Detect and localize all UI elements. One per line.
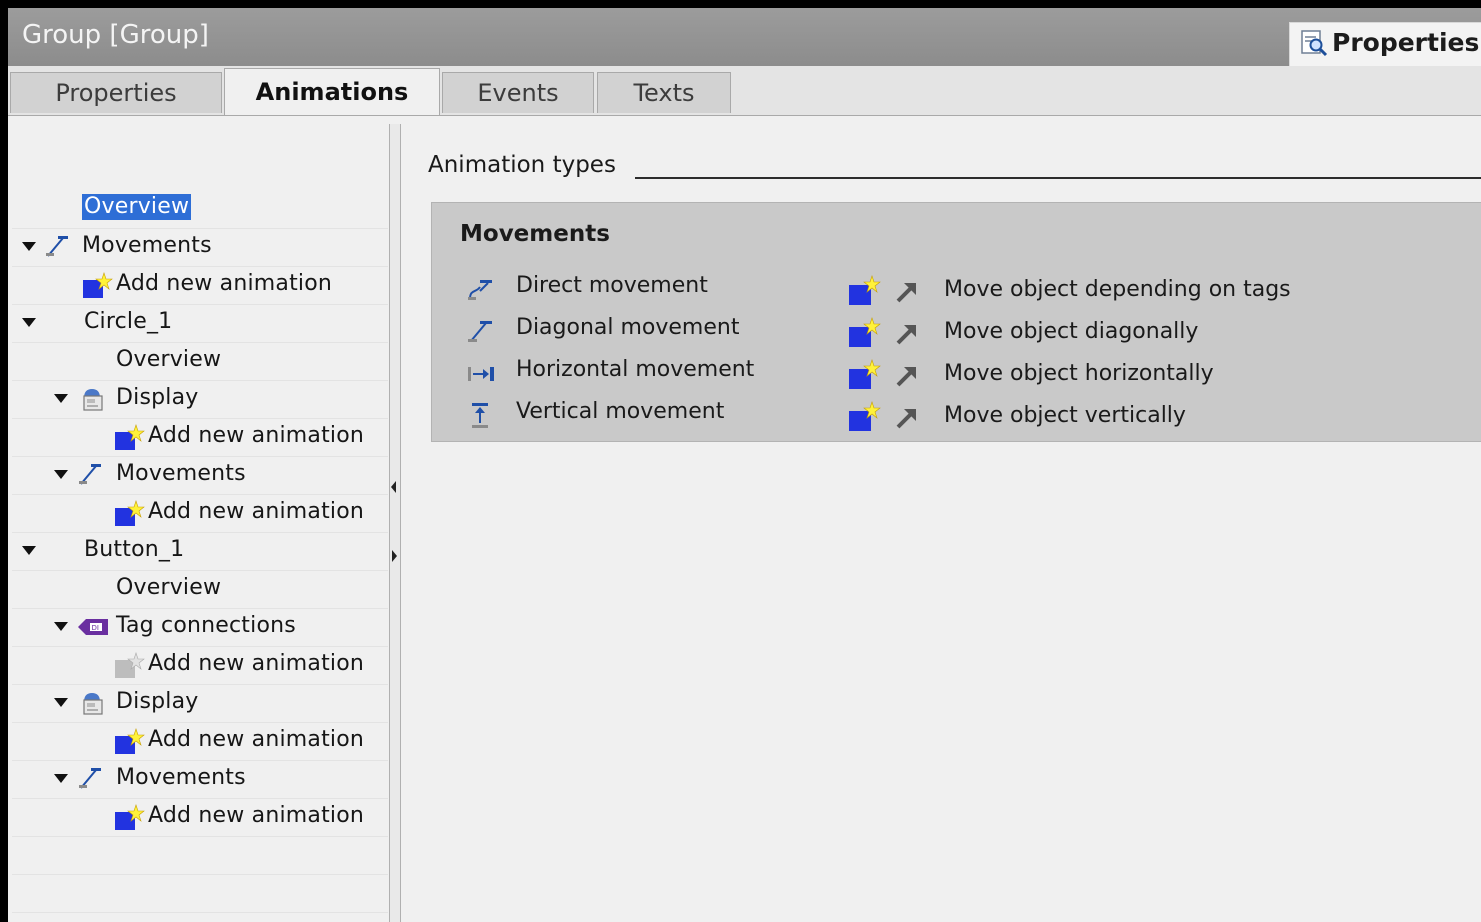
- tree-item-add-animation[interactable]: Add new animation: [12, 419, 388, 457]
- tree-item-label: Overview: [116, 347, 222, 372]
- collapse-left-icon[interactable]: [391, 481, 396, 493]
- tab-texts[interactable]: Texts: [597, 72, 731, 113]
- display-icon: [78, 386, 106, 416]
- movement-type-label: Direct movement: [516, 273, 708, 298]
- tree-item-add-animation[interactable]: Add new animation: [12, 267, 388, 305]
- tree-item-overview[interactable]: Overview: [12, 343, 388, 381]
- tree-item-add-animation[interactable]: Add new animation: [12, 647, 388, 685]
- add-animation-icon: [114, 804, 146, 836]
- movement-type-label: Horizontal movement: [516, 357, 755, 382]
- tree-item-label: Add new animation: [148, 499, 365, 524]
- window-title: Group [Group]: [22, 20, 209, 50]
- tab-animations[interactable]: Animations: [224, 68, 440, 117]
- tab-bar: Properties Animations Events Texts: [8, 66, 1481, 117]
- expand-arrow-icon[interactable]: [22, 318, 36, 327]
- action-label: Move object depending on tags: [944, 277, 1291, 302]
- diagonal-movement-icon: [45, 234, 69, 262]
- tree-item-label: Add new animation: [148, 423, 365, 448]
- tab-events[interactable]: Events: [442, 72, 594, 113]
- expand-arrow-icon[interactable]: [54, 698, 68, 707]
- tree-item-movements[interactable]: Movements: [12, 761, 388, 799]
- tree-item-overview[interactable]: Overview: [12, 191, 388, 229]
- movement-type-label: Diagonal movement: [516, 315, 740, 340]
- movements-panel: Movements Direct movement Diagonal movem…: [431, 202, 1481, 442]
- diagonal-movement-icon: [78, 462, 102, 490]
- add-animation-icon: [114, 500, 146, 532]
- action-label: Move object vertically: [944, 403, 1186, 428]
- tree-item-label: Movements: [116, 765, 246, 790]
- tree-item-overview[interactable]: Overview: [12, 571, 388, 609]
- tree-item-label: Movements: [116, 461, 246, 486]
- tree-item-add-animation[interactable]: Add new animation: [12, 495, 388, 533]
- tree-item-label: Add new animation: [116, 271, 333, 296]
- direct-movement-icon: [466, 275, 494, 307]
- go-to-arrow-icon[interactable]: [894, 279, 920, 309]
- add-animation-icon[interactable]: [848, 401, 882, 437]
- tree-item-label: Display: [116, 689, 199, 714]
- add-animation-icon[interactable]: [848, 359, 882, 395]
- diagonal-movement-icon: [466, 317, 494, 349]
- add-animation-icon[interactable]: [848, 275, 882, 311]
- action-label: Move object horizontally: [944, 361, 1214, 386]
- section-divider: [635, 177, 1481, 179]
- add-animation-icon: [114, 728, 146, 760]
- tree-item-add-animation[interactable]: Add new animation: [12, 799, 388, 837]
- expand-arrow-icon[interactable]: [54, 394, 68, 403]
- tree-item-label: Overview: [116, 575, 222, 600]
- expand-arrow-icon[interactable]: [54, 470, 68, 479]
- go-to-arrow-icon[interactable]: [894, 405, 920, 435]
- tree-item-label: Movements: [82, 233, 212, 258]
- tree-item-label: Tag connections: [116, 613, 296, 638]
- animation-types-pane: Animation types Movements Direct movemen…: [401, 116, 1481, 922]
- go-to-arrow-icon[interactable]: [894, 363, 920, 393]
- add-animation-icon[interactable]: [848, 317, 882, 353]
- tree-item-add-animation[interactable]: Add new animation: [12, 723, 388, 761]
- vertical-movement-icon: [466, 401, 494, 435]
- expand-right-icon[interactable]: [392, 550, 397, 562]
- tree-empty-row: [12, 875, 388, 913]
- tree-item-label: Button_1: [84, 537, 185, 562]
- tree-empty-row: [12, 837, 388, 875]
- expand-arrow-icon[interactable]: [54, 622, 68, 631]
- tree-item-label: Add new animation: [148, 727, 365, 752]
- go-to-arrow-icon[interactable]: [894, 321, 920, 351]
- properties-icon: [1300, 29, 1328, 61]
- add-animation-icon: [114, 424, 146, 456]
- tree-item-circle-1[interactable]: Circle_1: [12, 305, 388, 343]
- action-label: Move object diagonally: [944, 319, 1199, 344]
- properties-button[interactable]: Properties: [1289, 22, 1481, 67]
- tree-item-tag-connections[interactable]: DI Tag connections: [12, 609, 388, 647]
- title-bar: Group [Group] Properties: [8, 8, 1481, 67]
- tag-connection-icon: DI: [76, 616, 110, 642]
- tab-properties[interactable]: Properties: [10, 72, 222, 113]
- tree-item-label: Add new animation: [148, 803, 365, 828]
- panel-splitter[interactable]: [389, 124, 401, 922]
- add-animation-icon: [82, 272, 114, 304]
- panel-title: Movements: [460, 221, 610, 247]
- tree-item-label: Overview: [82, 194, 192, 220]
- section-title: Animation types: [428, 152, 616, 178]
- animation-tree: Overview Movements Add new animation Cir…: [8, 116, 389, 922]
- diagonal-movement-icon: [78, 766, 102, 794]
- display-icon: [78, 690, 106, 720]
- tree-item-movements[interactable]: Movements: [12, 229, 388, 267]
- tree-item-display[interactable]: Display: [12, 381, 388, 419]
- tree-item-movements[interactable]: Movements: [12, 457, 388, 495]
- horizontal-movement-icon: [466, 359, 496, 391]
- expand-arrow-icon[interactable]: [54, 774, 68, 783]
- add-animation-disabled-icon: [114, 652, 146, 684]
- tree-item-display[interactable]: Display: [12, 685, 388, 723]
- tree-item-label: Circle_1: [84, 309, 173, 334]
- tree-item-label: Display: [116, 385, 199, 410]
- tree-item-button-1[interactable]: Button_1: [12, 533, 388, 571]
- properties-button-label: Properties: [1332, 28, 1480, 57]
- expand-arrow-icon[interactable]: [22, 242, 36, 251]
- properties-window: Group [Group] Properties Properties Anim…: [8, 8, 1481, 922]
- tree-item-label: Add new animation: [148, 651, 365, 676]
- movement-type-label: Vertical movement: [516, 399, 725, 424]
- svg-text:DI: DI: [92, 624, 99, 632]
- expand-arrow-icon[interactable]: [22, 546, 36, 555]
